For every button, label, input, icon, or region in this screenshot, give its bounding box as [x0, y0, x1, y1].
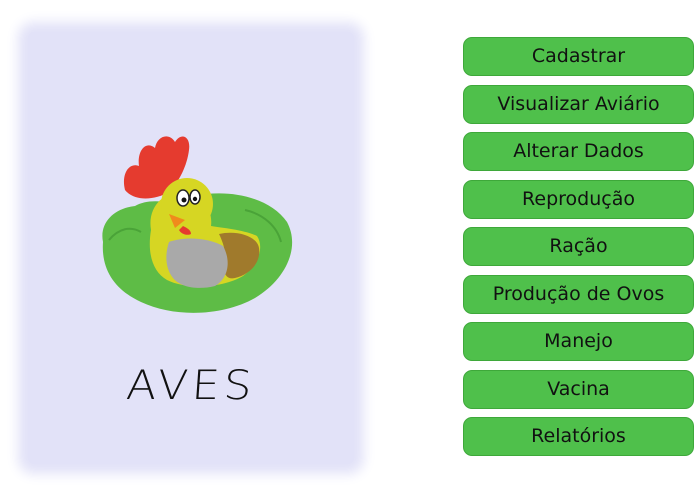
manejo-button[interactable]: Manejo: [463, 322, 694, 361]
relatorios-button[interactable]: Relatórios: [463, 417, 694, 456]
racao-button[interactable]: Ração: [463, 227, 694, 266]
main-menu: Cadastrar Visualizar Aviário Alterar Dad…: [463, 37, 694, 465]
visualizar-aviario-button[interactable]: Visualizar Aviário: [463, 84, 694, 124]
reproducao-button[interactable]: Reprodução: [463, 179, 694, 219]
cadastrar-button[interactable]: Cadastrar: [463, 37, 694, 76]
vacina-button[interactable]: Vacina: [463, 369, 694, 409]
alterar-dados-button[interactable]: Alterar Dados: [463, 132, 694, 171]
app-window: AVES Cadastrar Visualizar Aviário Altera…: [0, 0, 696, 495]
chicken-nest-icon: [95, 130, 300, 320]
producao-de-ovos-button[interactable]: Produção de Ovos: [463, 274, 694, 314]
page-title: AVES: [124, 362, 258, 409]
